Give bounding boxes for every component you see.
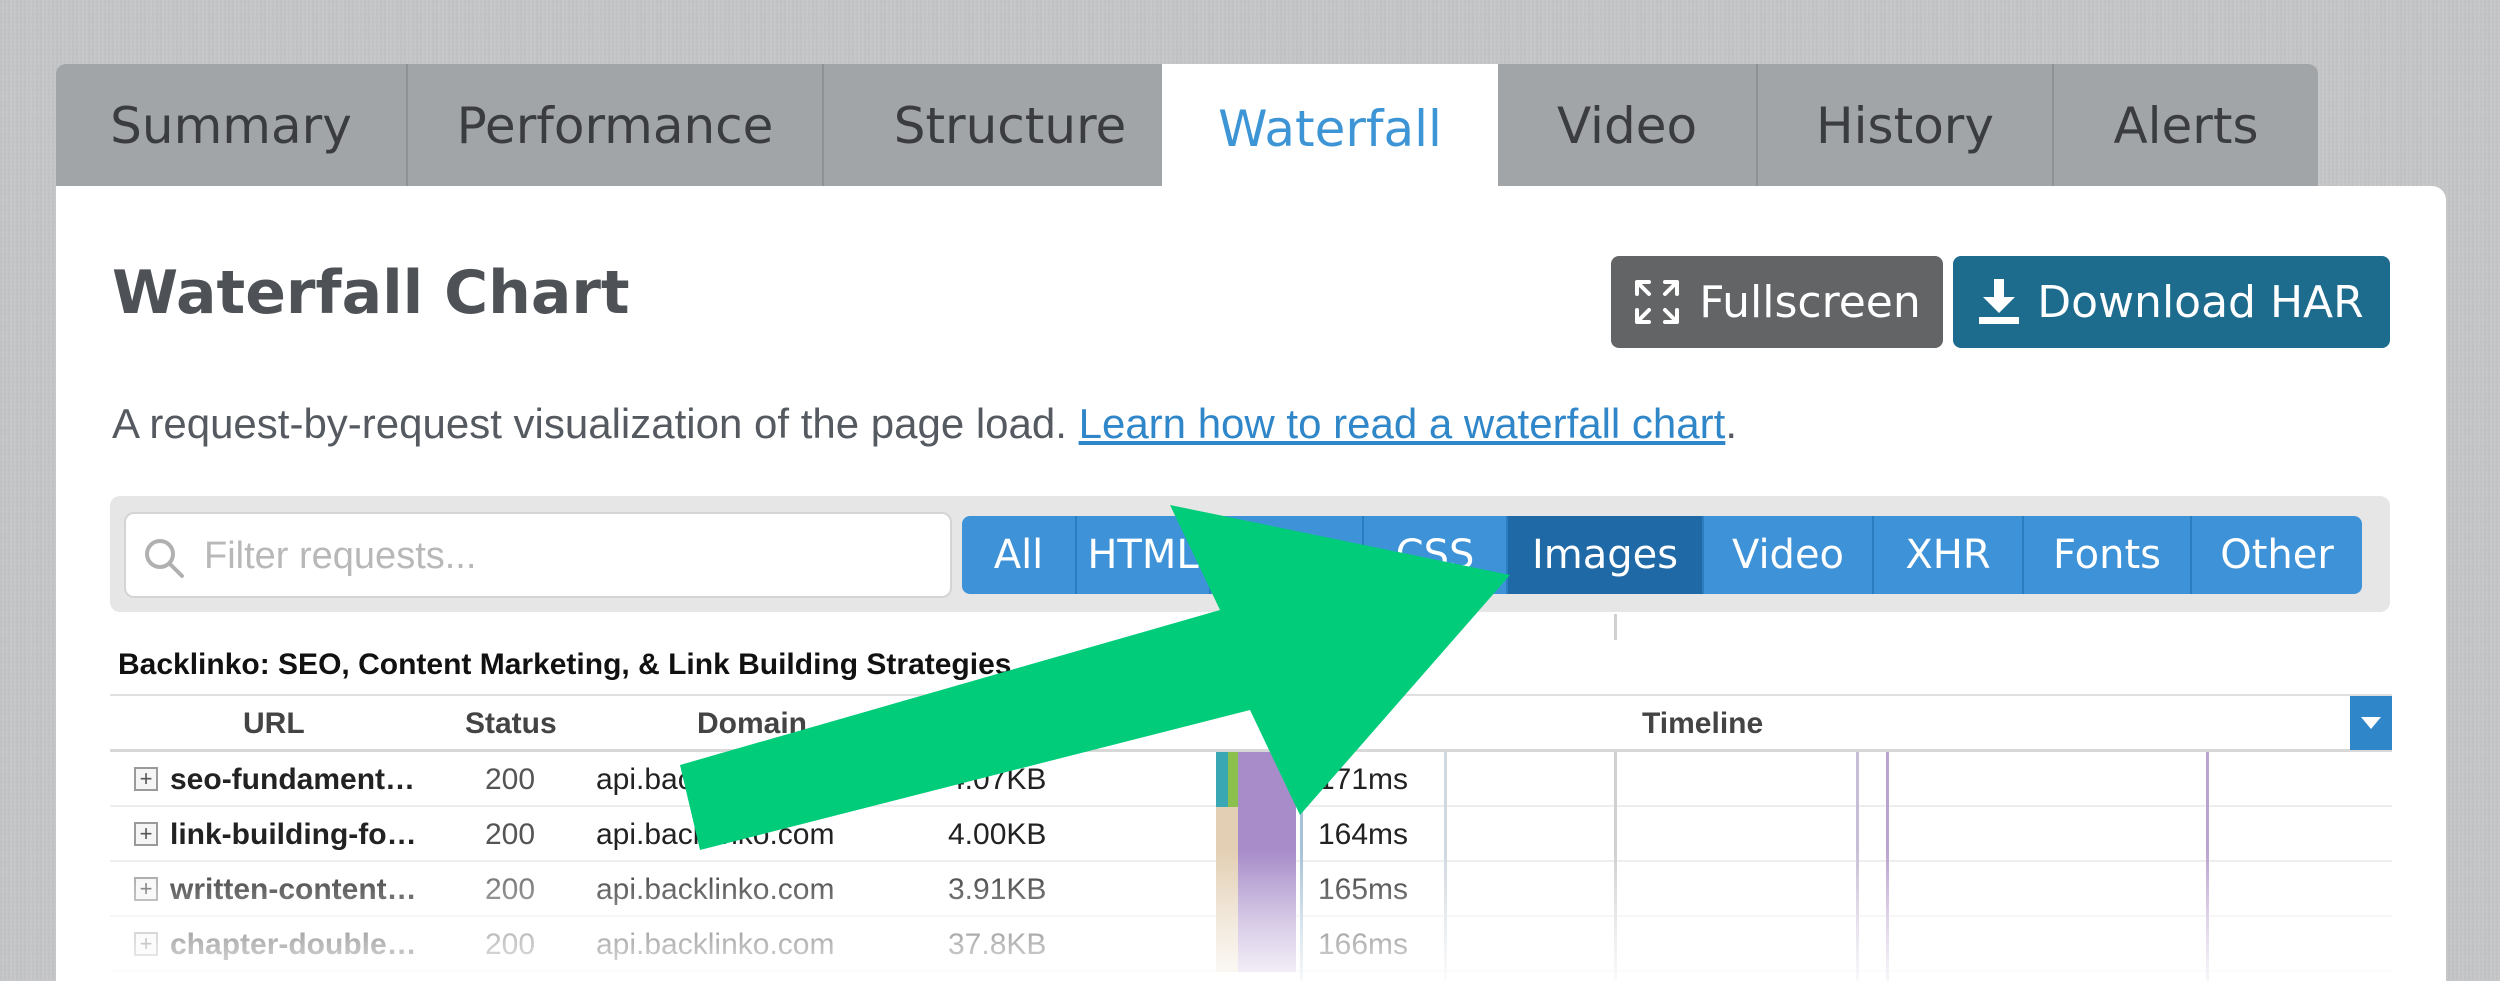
filter-search-box[interactable] <box>124 512 952 598</box>
request-url: written-content… <box>170 872 417 906</box>
filter-fonts-button[interactable]: Fonts <box>2024 516 2192 594</box>
request-time: 164ms <box>1318 817 1409 851</box>
plus-square-icon[interactable]: + <box>134 877 158 901</box>
request-status: 200 <box>485 872 536 906</box>
fullscreen-label: Fullscreen <box>1699 276 1921 328</box>
timeline-marker-start-render <box>1300 752 1303 981</box>
request-domain: api.backlinko.com <box>596 817 835 851</box>
filter-other-button[interactable]: Other <box>2192 516 2362 594</box>
tab-history[interactable]: History <box>1758 64 2054 188</box>
column-header-domain[interactable]: Domain <box>697 696 807 752</box>
request-url: seo-fundament… <box>170 762 416 796</box>
timeline-marker-dom-loaded <box>1856 752 1859 981</box>
timing-bar-receive <box>1238 917 1296 972</box>
plus-square-icon[interactable]: + <box>134 767 158 791</box>
description-text: A request-by-request visualization of th… <box>112 400 1079 447</box>
tab-waterfall[interactable]: Waterfall <box>1162 64 1498 194</box>
timing-bar-wait <box>1216 862 1238 917</box>
column-menu-button[interactable] <box>2350 696 2392 750</box>
tab-summary[interactable]: Summary <box>56 64 408 188</box>
caret-down-icon <box>2361 717 2381 729</box>
timing-bar-receive <box>1238 752 1296 807</box>
filter-js-button[interactable]: JS <box>1211 516 1364 594</box>
fullscreen-button[interactable]: Fullscreen <box>1611 256 1943 348</box>
timeline-marker-fully-loaded <box>2206 752 2209 981</box>
filter-video-button[interactable]: Video <box>1704 516 1874 594</box>
tab-video[interactable]: Video <box>1498 64 1758 188</box>
request-time: 171ms <box>1318 762 1409 796</box>
column-header-status[interactable]: Status <box>465 696 557 752</box>
timing-bar-connect <box>1216 752 1228 807</box>
request-size: 3.91KB <box>948 872 1047 906</box>
table-row[interactable]: + chapter-double… 200 api.backlinko.com … <box>110 917 2392 972</box>
request-url: chapter-double… <box>170 927 417 961</box>
timing-bar-wait <box>1216 917 1238 972</box>
waterfall-page-title: Backlinko: SEO, Content Marketing, & Lin… <box>118 648 1012 681</box>
filter-xhr-button[interactable]: XHR <box>1874 516 2024 594</box>
plus-square-icon[interactable]: + <box>134 932 158 956</box>
request-size: 37.8KB <box>948 927 1047 961</box>
timeline-marker <box>1614 752 1617 981</box>
filter-images-button[interactable]: Images <box>1508 516 1704 594</box>
request-size: 4.07KB <box>948 762 1047 796</box>
tab-performance[interactable]: Performance <box>408 64 824 188</box>
request-domain: api.backlinko.com <box>596 872 835 906</box>
tab-alerts[interactable]: Alerts <box>2054 64 2318 188</box>
timeline-marker-onload <box>1886 752 1889 981</box>
tab-bar: Summary Performance Structure Waterfall … <box>56 64 2318 194</box>
description-end: . <box>1725 400 1737 447</box>
filter-html-button[interactable]: HTML <box>1077 516 1211 594</box>
table-row[interactable]: + written-content… 200 api.backlinko.com… <box>110 862 2392 917</box>
request-status: 200 <box>485 927 536 961</box>
tab-structure[interactable]: Structure <box>824 64 1198 188</box>
request-time: 165ms <box>1318 872 1409 906</box>
expand-arrows-icon <box>1635 280 1680 324</box>
learn-waterfall-link[interactable]: Learn how to read a waterfall chart <box>1079 400 1726 447</box>
request-status: 200 <box>485 817 536 851</box>
plus-square-icon[interactable]: + <box>134 822 158 846</box>
timing-bar-receive <box>1238 862 1296 917</box>
timeline-marker <box>1444 752 1447 981</box>
filter-css-button[interactable]: CSS <box>1364 516 1508 594</box>
page-description: A request-by-request visualization of th… <box>112 400 1737 448</box>
table-row[interactable]: + link-building-fo… 200 api.backlinko.co… <box>110 807 2392 862</box>
column-header-timeline[interactable]: Timeline <box>1642 696 1763 752</box>
waterfall-table-header: URL Status Domain Timeline <box>110 694 2392 752</box>
download-har-label: Download HAR <box>2037 276 2364 328</box>
filter-all-button[interactable]: All <box>962 516 1077 594</box>
table-row[interactable]: + seo-fundament… 200 api.backlinko.com 4… <box>110 752 2392 807</box>
request-size: 4.00KB <box>948 817 1047 851</box>
request-url: link-building-fo… <box>170 817 417 851</box>
page-title: Waterfall Chart <box>112 258 630 328</box>
download-har-button[interactable]: Download HAR <box>1953 256 2390 348</box>
download-icon <box>1979 279 2020 324</box>
timing-bar-wait <box>1228 752 1238 807</box>
timing-bar-receive <box>1238 807 1296 862</box>
magnifier-icon <box>145 539 184 578</box>
request-domain: api.backlinko.com <box>596 762 835 796</box>
request-domain: api.backlinko.com <box>596 927 835 961</box>
timing-bar-wait <box>1216 807 1238 862</box>
filter-requests-input[interactable] <box>204 528 934 584</box>
request-time: 166ms <box>1318 927 1409 961</box>
request-status: 200 <box>485 762 536 796</box>
column-header-url[interactable]: URL <box>243 696 305 752</box>
timeline-marker <box>1614 614 1617 640</box>
